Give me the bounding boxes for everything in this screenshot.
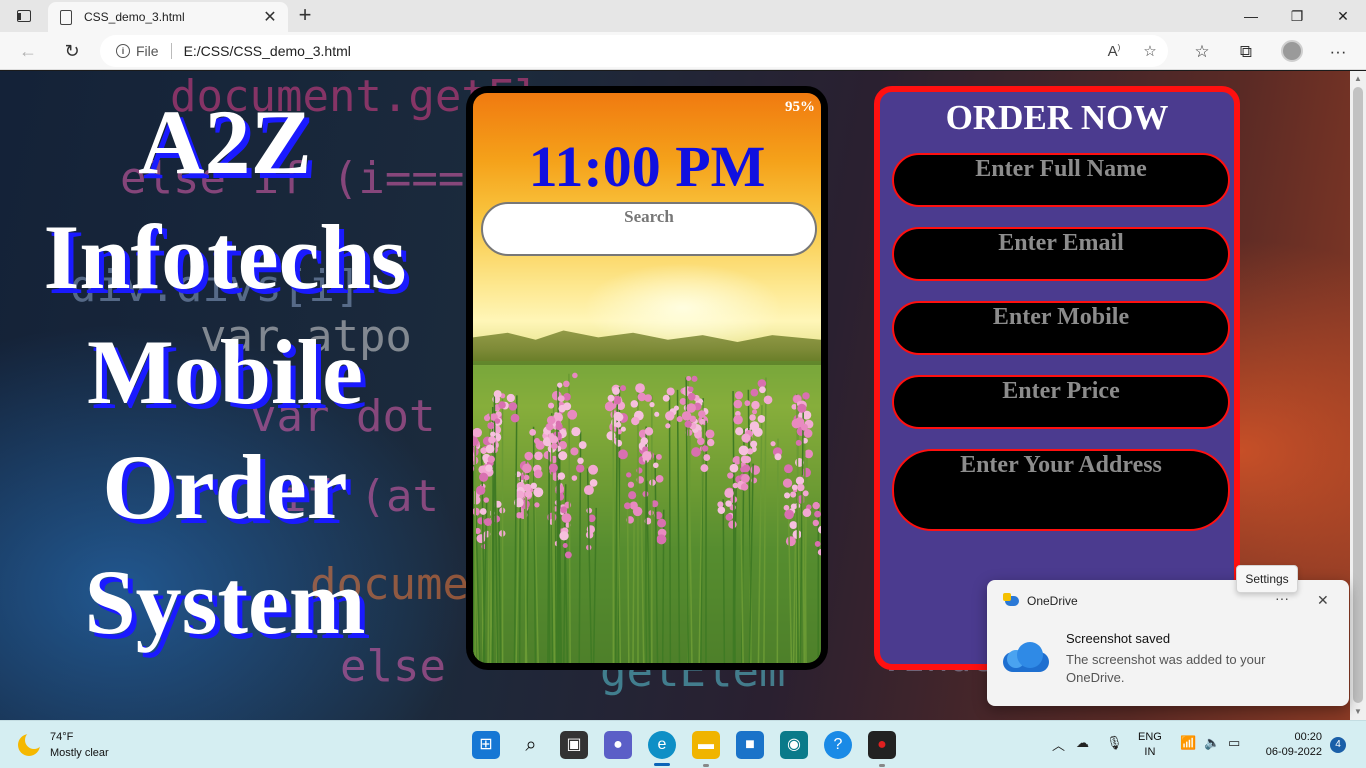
edge-icon[interactable]: e [648,731,676,759]
toast-close-button[interactable]: ✕ [1317,592,1329,609]
settings-tooltip: Settings [1236,565,1298,593]
phone-clock: 11:00 PM [528,134,766,199]
phone-mockup: 95% 11:00 PM Search [466,86,828,670]
onedrive-tray-icon[interactable]: ☁ [1076,735,1089,751]
edge-active-indicator [654,763,670,766]
store-icon[interactable]: ■ [736,731,764,759]
flower-field-image [473,361,821,663]
onedrive-icon [1003,593,1019,606]
address-scheme-label: File [136,43,159,59]
language-code: ENG [1138,731,1162,743]
taskbar: 74°F Mostly clear ⊞ ⌕ ▣ ● e ▬ ■ ◉ ? ● ︿ … [0,720,1366,768]
read-aloud-icon[interactable]: A) [1096,43,1132,60]
clock-time: 00:20 [1294,731,1322,743]
tab-title: CSS_demo_3.html [84,10,185,24]
mobile-field[interactable]: Enter Mobile [892,301,1230,355]
volume-icon[interactable]: 🔈 [1204,735,1220,751]
toast-app-header: OneDrive [1003,593,1078,608]
system-clock[interactable]: 00:20 06-09-2022 [1258,730,1322,760]
language-indicator[interactable]: ENG IN [1138,730,1162,760]
brand-line: System [84,551,366,653]
recorder-icon[interactable]: ● [868,731,896,759]
email-field[interactable]: Enter Email [892,227,1230,281]
windows-start-icon[interactable]: ⊞ [472,731,500,759]
file-icon [60,9,72,25]
browser-toolbar: ← ↻ i File E:/CSS/CSS_demo_3.html A) ☆ ☆… [0,32,1366,70]
tab-bar: CSS_demo_3.html ✕ + — ❐ ✕ [0,0,1366,32]
wifi-icon[interactable]: 📶 [1180,735,1196,751]
toast-heading: Screenshot saved [1066,631,1171,646]
brand-title: A2Z Infotechs Mobile Order System [0,85,450,660]
order-title: ORDER NOW [945,98,1169,137]
scrollbar-thumb[interactable] [1353,87,1363,703]
get-help-icon[interactable]: ? [824,731,852,759]
tab-actions-icon[interactable] [10,6,38,26]
collections-icon[interactable]: ⧉ [1232,40,1260,64]
address-divider [170,43,172,59]
task-view-icon[interactable]: ▣ [560,731,588,759]
app-icon[interactable]: ◉ [780,731,808,759]
file-explorer-icon[interactable]: ▬ [692,731,720,759]
url-text[interactable]: E:/CSS/CSS_demo_3.html [184,43,1096,59]
info-icon[interactable]: i [116,44,130,58]
scroll-up-icon[interactable]: ▲ [1353,74,1363,83]
profile-icon[interactable] [1281,40,1303,62]
restore-button[interactable]: ❐ [1274,4,1320,28]
clock-date: 06-09-2022 [1265,746,1322,758]
back-icon[interactable]: ← [14,38,42,64]
brand-line: Order [102,436,348,538]
address-bar[interactable]: i File E:/CSS/CSS_demo_3.html A) ☆ [100,35,1168,67]
toast-body: The screenshot was added to your OneDriv… [1066,652,1266,685]
browser-tab[interactable]: CSS_demo_3.html ✕ [48,2,288,32]
brand-line: Mobile [87,321,363,423]
onedrive-notification[interactable]: OneDrive ··· ✕ Screenshot saved The scre… [987,580,1349,706]
weather-widget[interactable]: 74°F Mostly clear [18,729,109,761]
refresh-icon[interactable]: ↻ [58,38,86,64]
explorer-open-indicator [703,764,709,767]
toast-app-name: OneDrive [1027,594,1078,608]
brand-line: Infotechs [43,206,407,308]
search-icon[interactable]: ⌕ [517,731,545,759]
teams-chat-icon[interactable]: ● [604,731,632,759]
region-code: IN [1144,746,1156,758]
minimize-button[interactable]: — [1228,4,1274,28]
notification-badge[interactable]: 4 [1330,737,1346,753]
recorder-open-indicator [879,764,885,767]
weather-condition: Mostly clear [50,747,109,759]
onedrive-cloud-icon [1003,642,1049,672]
address-field[interactable]: Enter Your Address [892,449,1230,531]
full-name-field[interactable]: Enter Full Name [892,153,1230,207]
search-input[interactable]: Search [481,202,817,256]
price-field[interactable]: Enter Price [892,375,1230,429]
page-scrollbar[interactable]: ▲ ▼ [1350,71,1366,720]
new-tab-button[interactable]: + [292,4,318,28]
microphone-icon[interactable]: 🎙 [1106,735,1123,751]
tab-close-button[interactable]: ✕ [258,7,282,27]
battery-level: 95% [785,99,815,115]
show-hidden-icons-icon[interactable]: ︿ [1052,735,1065,754]
temperature: 74°F [50,731,74,743]
favorites-icon[interactable]: ☆ [1188,40,1216,64]
close-window-button[interactable]: ✕ [1320,4,1366,28]
brand-line: A2Z [138,91,312,193]
battery-icon[interactable]: ▭ [1228,735,1240,751]
more-icon[interactable]: ··· [1324,40,1352,64]
moon-icon [18,731,43,756]
phone-screen: 95% 11:00 PM Search [473,93,821,663]
scroll-down-icon[interactable]: ▼ [1353,707,1363,716]
add-favorite-icon[interactable]: ☆ [1132,42,1168,60]
